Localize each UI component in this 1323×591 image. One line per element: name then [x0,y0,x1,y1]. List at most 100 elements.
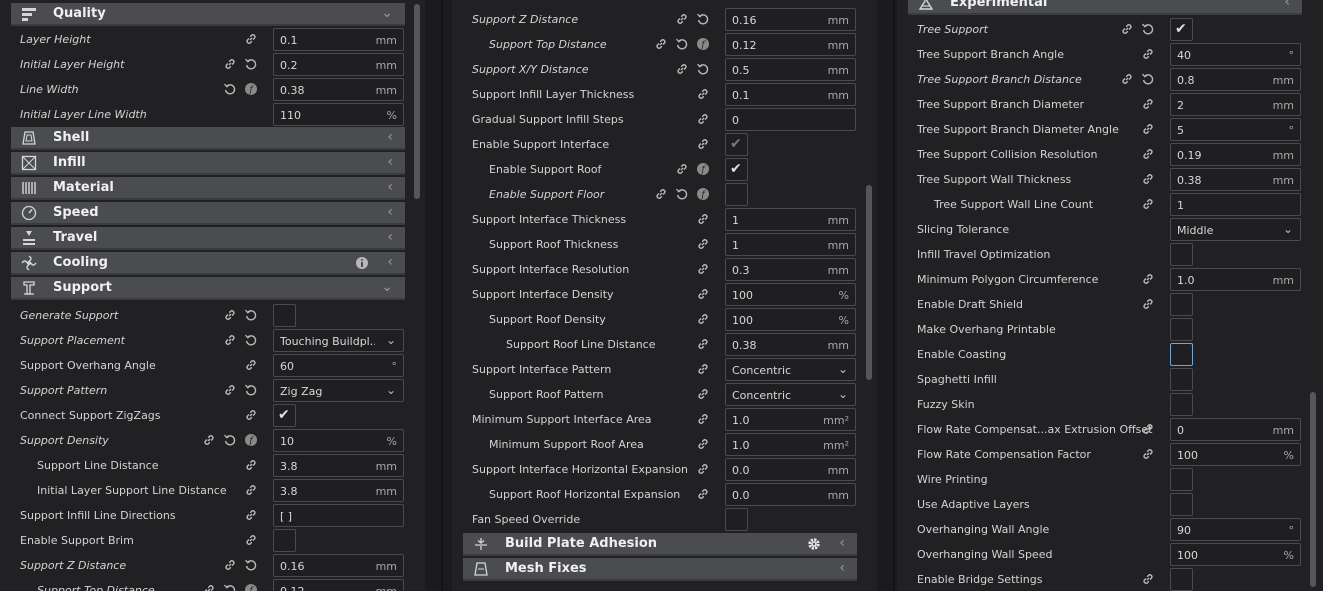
setting-input[interactable]: 0.3 mm [725,258,856,281]
chevron-left-icon[interactable]: ‹ [387,179,393,195]
setting-input[interactable]: 3.8 mm [273,479,404,502]
setting-input[interactable]: 0.38 mm [1170,168,1301,191]
experimental-category[interactable]: Experimental ‹ [908,0,1302,15]
setting-input[interactable]: 0.12 mm [273,579,404,591]
material-category[interactable]: Material ‹ [11,177,405,200]
reset-icon[interactable] [675,37,689,51]
setting-input[interactable]: 0.0 mm [725,483,856,506]
support-category[interactable]: Support ⌄ [11,277,405,300]
scrollbar-thumb[interactable] [414,4,420,199]
setting-input[interactable]: 1.0 mm² [725,433,856,456]
setting-checkbox[interactable] [273,529,296,552]
setting-input[interactable]: 5 ° [1170,118,1301,141]
setting-checkbox[interactable] [1170,293,1193,316]
setting-input[interactable]: 1 [1170,193,1301,216]
chevron-left-icon[interactable]: ‹ [387,129,393,145]
chevron-left-icon[interactable]: ‹ [839,535,845,551]
chevron-left-icon[interactable]: ‹ [387,229,393,245]
setting-checkbox[interactable]: ✔ [273,404,296,427]
quality-category[interactable]: Quality ⌄ [11,3,405,26]
setting-checkbox[interactable] [725,508,748,531]
setting-input[interactable]: 0.0 mm [725,458,856,481]
setting-input[interactable]: 60 ° [273,354,404,377]
setting-checkbox[interactable]: ✔ [725,133,748,156]
setting-input[interactable]: 0.8 mm [1170,68,1301,91]
chevron-left-icon[interactable]: ‹ [387,154,393,170]
setting-input[interactable]: 90 ° [1170,518,1301,541]
setting-input[interactable]: 0.38 mm [273,78,404,101]
reset-icon[interactable] [696,12,710,26]
reset-icon[interactable] [244,308,258,322]
setting-checkbox[interactable] [1170,368,1193,391]
setting-checkbox[interactable]: ✔ [1170,18,1193,41]
chevron-left-icon[interactable]: ‹ [839,560,845,576]
chevron-down-icon[interactable]: ⌄ [381,279,393,295]
reset-icon[interactable] [244,558,258,572]
setting-input[interactable]: 0.1 mm [725,83,856,106]
cooling-category[interactable]: Cooling ‹ [11,252,405,275]
setting-checkbox[interactable]: ✔ [725,158,748,181]
setting-checkbox[interactable] [725,183,748,206]
gear-icon[interactable] [807,537,821,555]
setting-checkbox[interactable] [273,304,296,327]
setting-input[interactable]: 100% [1170,443,1301,466]
infill-category[interactable]: Infill ‹ [11,152,405,175]
setting-input[interactable]: 10% [273,429,404,452]
setting-checkbox[interactable] [1170,468,1193,491]
setting-input[interactable]: 1.0 mm [1170,268,1301,291]
setting-input[interactable]: 2 mm [1170,93,1301,116]
scrollbar-thumb[interactable] [1310,392,1316,587]
reset-icon[interactable] [244,333,258,347]
setting-input[interactable]: 0.19 mm [1170,143,1301,166]
setting-input[interactable]: 100% [725,283,856,306]
setting-checkbox[interactable] [1170,568,1193,591]
chevron-down-icon[interactable]: ⌄ [381,5,393,21]
reset-icon[interactable] [1141,72,1155,86]
chevron-left-icon[interactable]: ‹ [1284,0,1290,10]
setting-input[interactable]: 0.16 mm [273,554,404,577]
setting-input[interactable]: 100% [1170,543,1301,566]
setting-checkbox[interactable] [1170,243,1193,266]
setting-select[interactable]: Touching Buildpl... ⌄ [273,329,404,352]
reset-icon[interactable] [696,62,710,76]
setting-input[interactable]: 110% [273,103,404,126]
reset-icon[interactable] [1141,22,1155,36]
setting-input[interactable]: 0.1 mm [273,28,404,51]
setting-input[interactable]: 0.2 mm [273,53,404,76]
setting-select[interactable]: Middle ⌄ [1170,218,1301,241]
reset-icon[interactable] [223,583,237,591]
chevron-left-icon[interactable]: ‹ [387,204,393,220]
build-plate-adhesion-category[interactable]: Build Plate Adhesion ‹ [463,533,857,556]
speed-category[interactable]: Speed ‹ [11,202,405,225]
setting-input[interactable]: 0.5 mm [725,58,856,81]
setting-input[interactable]: 0 [725,108,856,131]
reset-icon[interactable] [244,57,258,71]
setting-input[interactable]: 40 ° [1170,43,1301,66]
chevron-left-icon[interactable]: ‹ [387,254,393,270]
setting-input[interactable]: 1.0 mm² [725,408,856,431]
setting-input[interactable]: 1 mm [725,208,856,231]
setting-input[interactable]: 0.38 mm [725,333,856,356]
reset-icon[interactable] [223,433,237,447]
reset-icon[interactable] [244,383,258,397]
setting-select[interactable]: Zig Zag ⌄ [273,379,404,402]
setting-input[interactable]: 3.8 mm [273,454,404,477]
setting-checkbox[interactable] [1170,318,1193,341]
setting-input[interactable]: [ ] [273,504,404,527]
scrollbar-thumb[interactable] [866,185,872,380]
travel-category[interactable]: Travel ‹ [11,227,405,250]
setting-checkbox[interactable] [1170,343,1193,366]
setting-select[interactable]: Concentric ⌄ [725,383,856,406]
setting-checkbox[interactable] [1170,393,1193,416]
setting-select[interactable]: Concentric ⌄ [725,358,856,381]
reset-icon[interactable] [223,82,237,96]
setting-input[interactable]: 1 mm [725,233,856,256]
setting-checkbox[interactable] [1170,493,1193,516]
info-icon[interactable] [355,256,369,274]
setting-input[interactable]: 0.12 mm [725,33,856,56]
setting-input[interactable]: 0.16 mm [725,8,856,31]
shell-category[interactable]: Shell ‹ [11,127,405,150]
setting-input[interactable]: 0 mm [1170,418,1301,441]
mesh-fixes-category[interactable]: Mesh Fixes ‹ [463,558,857,581]
setting-input[interactable]: 100% [725,308,856,331]
